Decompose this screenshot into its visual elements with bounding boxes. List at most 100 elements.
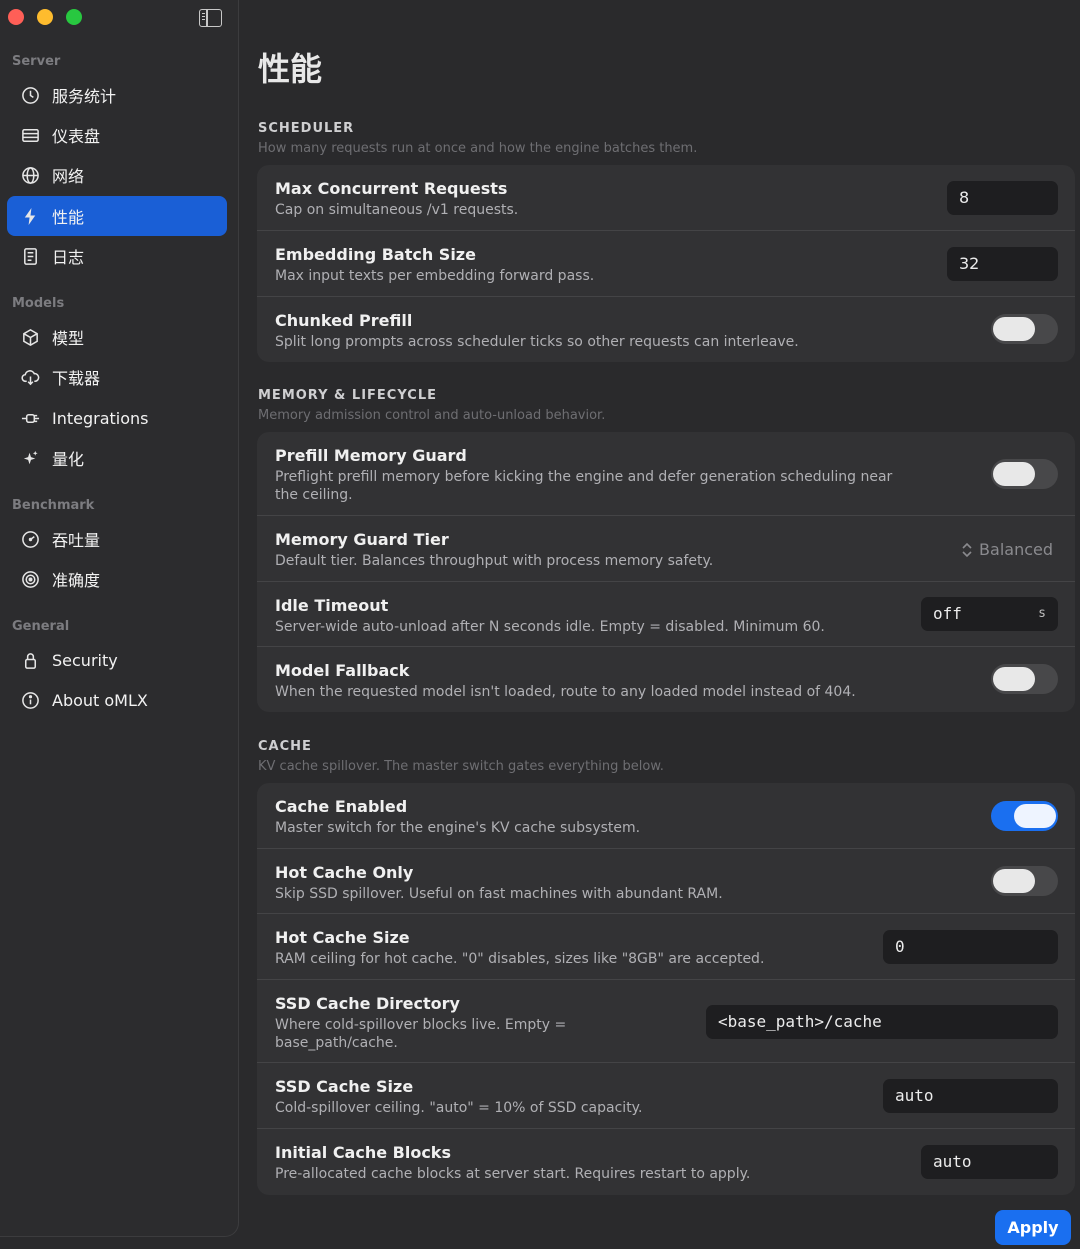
setting-title: Embedding Batch Size [275, 245, 476, 264]
model-fallback-toggle[interactable] [991, 664, 1058, 694]
hot-cache-only-toggle[interactable] [991, 866, 1058, 896]
toggle-knob [993, 462, 1035, 486]
chevron-updown-icon [962, 542, 972, 557]
embedding-batch-input[interactable]: 32 [947, 247, 1058, 281]
info-icon [19, 689, 41, 711]
setting-desc: Where cold-spillover blocks live. Empty … [275, 1017, 567, 1051]
cube-icon [19, 326, 41, 348]
setting-row-hot-cache-size: Hot Cache Size RAM ceiling for hot cache… [257, 914, 1075, 980]
setting-title: SSD Cache Size [275, 1077, 414, 1096]
close-window-button[interactable] [8, 9, 24, 25]
sidebar-item-performance[interactable]: 性能 [7, 196, 227, 236]
sidebar-item-downloader[interactable]: 下载器 [7, 357, 227, 397]
setting-row-model-fallback: Model Fallback When the requested model … [257, 647, 1075, 712]
setting-title: Max Concurrent Requests [275, 179, 508, 198]
setting-title: SSD Cache Directory [275, 994, 460, 1013]
cache-enabled-toggle[interactable] [991, 801, 1058, 831]
sidebar-item-label: 模型 [52, 329, 85, 348]
minimize-window-button[interactable] [37, 9, 53, 25]
setting-row-max-concurrent: Max Concurrent Requests Cap on simultane… [257, 165, 1075, 231]
sidebar-item-label: Integrations [52, 408, 149, 428]
page-title: 性能 [258, 50, 323, 88]
sidebar-section-models: Models [12, 296, 65, 311]
group-desc-scheduler: How many requests run at once and how th… [258, 141, 698, 156]
ssd-cache-dir-input[interactable]: <base_path>/cache [706, 1005, 1058, 1039]
scheduler-card: Max Concurrent Requests Cap on simultane… [257, 165, 1075, 362]
sidebar-item-label: 仪表盘 [52, 127, 101, 146]
setting-title: Memory Guard Tier [275, 530, 449, 549]
guard-tier-value: Balanced [979, 540, 1053, 559]
sidebar-item-accuracy[interactable]: 准确度 [7, 559, 227, 599]
sidebar-item-label: 服务统计 [52, 87, 117, 106]
sidebar-item-security[interactable]: Security [7, 640, 227, 680]
hot-cache-size-input[interactable]: 0 [883, 930, 1058, 964]
sidebar-item-label: 下载器 [52, 369, 101, 388]
max-concurrent-input[interactable]: 8 [947, 181, 1058, 215]
toggle-knob [1014, 804, 1056, 828]
group-desc-cache: KV cache spillover. The master switch ga… [258, 759, 664, 774]
target-icon [19, 568, 41, 590]
setting-desc: Master switch for the engine's KV cache … [275, 820, 641, 836]
group-title-scheduler: SCHEDULER [258, 121, 355, 136]
chunked-prefill-toggle[interactable] [991, 314, 1058, 344]
setting-row-ssd-cache-dir: SSD Cache Directory Where cold-spillover… [257, 980, 1075, 1063]
setting-desc: RAM ceiling for hot cache. "0" disables,… [275, 951, 765, 967]
setting-title: Hot Cache Only [275, 863, 414, 882]
sidebar-item-models[interactable]: 模型 [7, 317, 227, 357]
lock-icon [19, 649, 41, 671]
setting-desc: Cap on simultaneous /v1 requests. [275, 202, 519, 218]
cloud-download-icon [19, 366, 41, 388]
setting-title: Chunked Prefill [275, 311, 413, 330]
initial-cache-blocks-input[interactable]: auto [921, 1145, 1058, 1179]
sidebar-item-about[interactable]: About oMLX [7, 680, 227, 720]
log-icon [19, 245, 41, 267]
setting-row-ssd-cache-size: SSD Cache Size Cold-spillover ceiling. "… [257, 1063, 1075, 1129]
gauge-icon [19, 528, 41, 550]
sidebar-item-throughput[interactable]: 吞吐量 [7, 519, 227, 559]
setting-title: Initial Cache Blocks [275, 1143, 451, 1162]
ssd-cache-size-input[interactable]: auto [883, 1079, 1058, 1113]
sidebar-item-integrations[interactable]: Integrations [7, 398, 227, 438]
toggle-knob [993, 667, 1035, 691]
setting-row-prefill-guard: Prefill Memory Guard Preflight prefill m… [257, 432, 1075, 516]
sidebar-item-quantize[interactable]: 量化 [7, 438, 227, 478]
setting-row-chunked-prefill: Chunked Prefill Split long prompts acros… [257, 297, 1075, 362]
setting-desc: Skip SSD spillover. Useful on fast machi… [275, 886, 723, 902]
sidebar-item-logs[interactable]: 日志 [7, 236, 227, 276]
sidebar-item-dashboard[interactable]: 仪表盘 [7, 115, 227, 155]
sidebar-toggle-icon[interactable] [199, 9, 222, 27]
sidebar-item-label: 日志 [52, 248, 85, 267]
bolt-icon [19, 205, 41, 227]
setting-desc: When the requested model isn't loaded, r… [275, 684, 856, 700]
idle-timeout-input[interactable]: off s [921, 597, 1058, 631]
sparkles-icon [19, 447, 41, 469]
setting-desc: Max input texts per embedding forward pa… [275, 268, 595, 284]
memory-card: Prefill Memory Guard Preflight prefill m… [257, 432, 1075, 712]
group-title-memory: MEMORY & LIFECYCLE [258, 388, 437, 403]
sidebar-item-label: 准确度 [52, 571, 101, 590]
plug-icon [19, 407, 41, 429]
speedometer-icon [19, 84, 41, 106]
zoom-window-button[interactable] [66, 9, 82, 25]
setting-title: Model Fallback [275, 661, 410, 680]
toggle-knob [993, 317, 1035, 341]
dashboard-icon [19, 124, 41, 146]
setting-desc: Server-wide auto-unload after N seconds … [275, 619, 825, 635]
apply-button[interactable]: Apply [995, 1210, 1071, 1245]
sidebar-item-stats[interactable]: 服务统计 [7, 75, 227, 115]
setting-row-guard-tier: Memory Guard Tier Default tier. Balances… [257, 516, 1075, 582]
sidebar-item-label: 吞吐量 [52, 531, 101, 550]
group-desc-memory: Memory admission control and auto-unload… [258, 408, 606, 423]
setting-desc: Split long prompts across scheduler tick… [275, 334, 799, 350]
sidebar-item-network[interactable]: 网络 [7, 155, 227, 195]
setting-title: Hot Cache Size [275, 928, 410, 947]
sidebar-item-label: 量化 [52, 450, 85, 469]
guard-tier-select[interactable]: Balanced [961, 540, 1053, 559]
sidebar-item-label: Security [52, 650, 118, 670]
setting-row-embedding-batch: Embedding Batch Size Max input texts per… [257, 231, 1075, 297]
cache-card: Cache Enabled Master switch for the engi… [257, 783, 1075, 1195]
prefill-guard-toggle[interactable] [991, 459, 1058, 489]
sidebar-item-label: 网络 [52, 167, 85, 186]
setting-title: Cache Enabled [275, 797, 408, 816]
setting-desc: Preflight prefill memory before kicking … [275, 469, 893, 503]
